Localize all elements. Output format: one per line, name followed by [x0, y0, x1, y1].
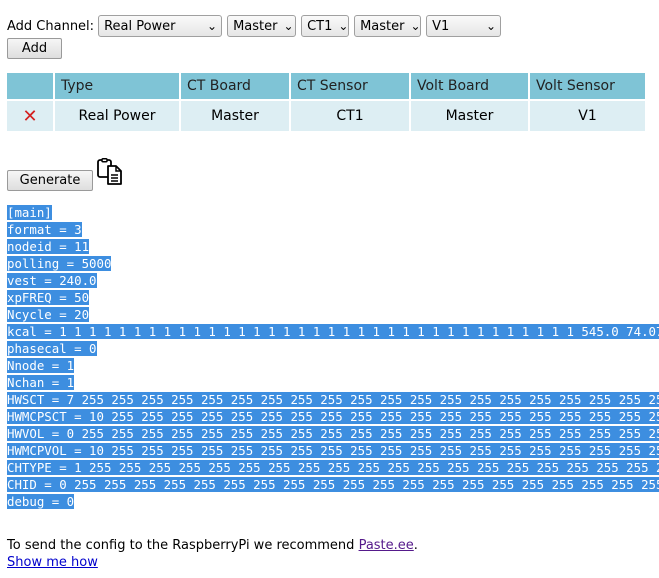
config-line: xpFREQ = 50: [7, 290, 90, 305]
ct-sensor-cell: CT1: [290, 99, 411, 131]
channel-table: Type CT Board CT Sensor Volt Board Volt …: [7, 73, 647, 131]
config-line: format = 3: [7, 222, 82, 237]
volt-board-select[interactable]: Master ⌄: [354, 15, 422, 37]
ct-board-select-value: Master: [233, 18, 278, 34]
config-line: debug = 0: [7, 494, 75, 509]
ct-board-select[interactable]: Master ⌄: [227, 15, 297, 37]
ct-sensor-select[interactable]: CT1 ⌄: [301, 15, 350, 37]
type-select-value: Real Power: [104, 18, 176, 34]
chevron-down-icon: ⌄: [207, 19, 218, 33]
chevron-down-icon: ⌄: [410, 19, 421, 33]
config-line: Nchan = 1: [7, 375, 75, 390]
delete-icon[interactable]: ✕: [22, 106, 37, 127]
volt-sensor-select[interactable]: V1 ⌄: [426, 15, 502, 37]
table-header-delete: [7, 73, 55, 100]
add-channel-label: Add Channel:: [7, 18, 95, 34]
chevron-down-icon: ⌄: [486, 19, 497, 33]
table-header-type: Type: [54, 73, 181, 100]
show-me-how-link[interactable]: Show me how: [7, 555, 98, 570]
config-line: [main]: [7, 205, 52, 220]
table-header-volt-board: Volt Board: [410, 73, 530, 100]
ct-sensor-select-value: CT1: [307, 18, 333, 34]
table-header-ct-sensor: CT Sensor: [290, 73, 411, 100]
generate-button[interactable]: Generate: [7, 170, 93, 191]
clipboard-copy-icon[interactable]: [96, 158, 124, 186]
volt-sensor-select-value: V1: [432, 18, 450, 34]
config-line: phasecal = 0: [7, 341, 97, 356]
footer-note: To send the config to the RaspberryPi we…: [7, 538, 418, 553]
config-line: nodeid = 11: [7, 239, 90, 254]
config-line: CHTYPE = 1 255 255 255 255 255 255 255 2…: [7, 459, 659, 476]
config-line: HWSCT = 7 255 255 255 255 255 255 255 25…: [7, 391, 659, 408]
table-header-volt-sensor: Volt Sensor: [529, 73, 647, 100]
chevron-down-icon: ⌄: [283, 19, 294, 33]
add-button[interactable]: Add: [7, 38, 62, 59]
config-output[interactable]: [main] format = 3 nodeid = 11 polling = …: [7, 204, 659, 510]
config-line: CHID = 0 255 255 255 255 255 255 255 255…: [7, 476, 659, 493]
type-select[interactable]: Real Power ⌄: [98, 15, 223, 37]
config-line: HWMCPVOL = 10 255 255 255 255 255 255 25…: [7, 442, 659, 459]
paste-ee-link[interactable]: Paste.ee: [359, 538, 414, 553]
add-channel-row: Add Channel: Real Power ⌄ Master ⌄ CT1 ⌄ Ma…: [7, 14, 506, 38]
footer-text: To send the config to the RaspberryPi we…: [7, 538, 359, 553]
table-header-row: Type CT Board CT Sensor Volt Board Volt …: [7, 73, 647, 100]
config-line: kcal = 1 1 1 1 1 1 1 1 1 1 1 1 1 1 1 1 1…: [7, 323, 659, 340]
config-line: vest = 240.0: [7, 273, 97, 288]
config-line: Ncycle = 20: [7, 307, 90, 322]
table-header-ct-board: CT Board: [180, 73, 291, 100]
table-row: ✕ Real Power Master CT1 Master V1: [7, 99, 647, 131]
config-line: Nnode = 1: [7, 358, 75, 373]
delete-cell: ✕: [7, 99, 55, 131]
chevron-down-icon: ⌄: [338, 19, 349, 33]
config-line: polling = 5000: [7, 256, 112, 271]
type-cell: Real Power: [54, 99, 181, 131]
ct-board-cell: Master: [180, 99, 291, 131]
volt-board-select-value: Master: [360, 18, 405, 34]
config-line: HWVOL = 0 255 255 255 255 255 255 255 25…: [7, 425, 659, 442]
volt-board-cell: Master: [410, 99, 530, 131]
volt-sensor-cell: V1: [529, 99, 647, 131]
footer-period: .: [413, 538, 418, 553]
config-line: HWMCPSCT = 10 255 255 255 255 255 255 25…: [7, 408, 659, 425]
